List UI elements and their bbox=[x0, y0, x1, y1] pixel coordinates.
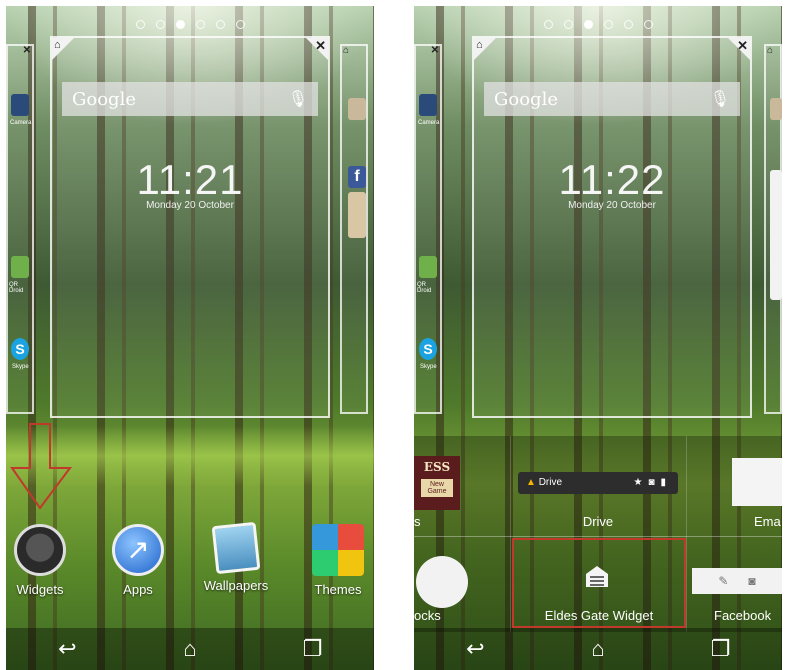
dock-label: Themes bbox=[314, 582, 362, 597]
mic-icon[interactable]: 🎙 bbox=[288, 89, 308, 109]
side-page-card-left[interactable]: ✕ Camera QR Droid S Skype bbox=[6, 44, 34, 414]
page-dot[interactable] bbox=[543, 20, 553, 29]
app-label: QR Droid bbox=[9, 282, 24, 294]
drive-icon: ▲ bbox=[526, 477, 536, 488]
widget-preview[interactable] bbox=[770, 170, 782, 300]
dock-item-themes[interactable]: Themes bbox=[298, 524, 374, 597]
qr-droid-icon[interactable] bbox=[11, 256, 29, 278]
home-icon[interactable]: ⌂ bbox=[160, 636, 220, 662]
widget-label: Drive bbox=[582, 514, 614, 529]
chess-widget-preview[interactable]: ESS New Game bbox=[414, 456, 460, 510]
home-icon[interactable]: ⌂ bbox=[343, 45, 349, 56]
camera-icon[interactable] bbox=[11, 94, 29, 116]
dock-item-wallpapers[interactable]: Wallpapers bbox=[196, 521, 276, 593]
navigation-bar: ↩ ⌂ ❐ bbox=[414, 628, 782, 670]
photo-widget[interactable] bbox=[348, 192, 366, 238]
close-icon[interactable]: ✕ bbox=[737, 38, 748, 54]
clock-date: Monday 20 October bbox=[568, 200, 656, 211]
side-page-card-left[interactable]: ✕ Camera QR Droid S Skype bbox=[414, 44, 442, 414]
wallpapers-icon bbox=[211, 521, 261, 575]
dock-label: Apps bbox=[123, 582, 153, 597]
page-indicator bbox=[6, 20, 374, 29]
page-dot[interactable] bbox=[155, 20, 165, 29]
drive-widget-preview[interactable]: ▲ Drive ★◙▮ bbox=[518, 472, 678, 494]
edit-dock: Widgets ↗ Apps Wallpapers Themes bbox=[6, 486, 374, 614]
dock-item-apps[interactable]: ↗ Apps bbox=[98, 524, 178, 597]
chess-title: ESS bbox=[423, 460, 451, 474]
widget-label: ocks bbox=[414, 608, 441, 623]
apps-icon: ↗ bbox=[112, 524, 164, 576]
home-icon[interactable]: ⌂ bbox=[476, 39, 483, 51]
drive-actions-icon: ★◙▮ bbox=[633, 477, 672, 488]
skype-icon[interactable]: S bbox=[419, 338, 437, 360]
page-dot[interactable] bbox=[603, 20, 613, 29]
app-label: Skype bbox=[420, 364, 437, 370]
search-label: Google bbox=[72, 88, 136, 110]
facebook-icon[interactable]: f bbox=[348, 166, 366, 188]
recent-apps-icon[interactable]: ❐ bbox=[691, 636, 751, 662]
home-page-card[interactable]: ⌂ ✕ Google 🎙 11:21 Monday 20 October bbox=[50, 36, 330, 418]
app-icon[interactable] bbox=[770, 98, 782, 120]
side-page-card-right[interactable]: ⌂ bbox=[764, 44, 782, 414]
qr-droid-icon[interactable] bbox=[419, 256, 437, 278]
app-label: Camera bbox=[418, 120, 440, 126]
skype-icon[interactable]: S bbox=[11, 338, 29, 360]
widget-label: Facebook bbox=[714, 608, 772, 623]
clock-time: 11:21 bbox=[136, 156, 244, 203]
app-label: QR Droid bbox=[417, 282, 432, 294]
page-dot[interactable] bbox=[563, 20, 573, 29]
home-screen-left: ✕ Camera QR Droid S Skype ⌂ ✕ Google 🎙 1… bbox=[6, 6, 374, 670]
widget-label: Ema bbox=[754, 514, 781, 529]
page-dot[interactable] bbox=[195, 20, 205, 29]
back-icon[interactable]: ↩ bbox=[37, 636, 97, 662]
navigation-bar: ↩ ⌂ ❐ bbox=[6, 628, 374, 670]
clock-time: 11:22 bbox=[558, 156, 666, 203]
dock-item-widgets[interactable]: Widgets bbox=[6, 524, 80, 597]
eldes-gate-widget-highlight[interactable] bbox=[512, 538, 686, 628]
home-icon[interactable]: ⌂ bbox=[568, 636, 628, 662]
back-icon[interactable]: ↩ bbox=[445, 636, 505, 662]
page-dot[interactable] bbox=[215, 20, 225, 29]
facebook-widget-preview[interactable]: ✎ ◙ bbox=[692, 568, 782, 594]
app-icon[interactable] bbox=[348, 98, 366, 120]
page-dot-active[interactable] bbox=[175, 20, 185, 29]
drive-chip-label: Drive bbox=[538, 477, 563, 488]
mic-icon[interactable]: 🎙 bbox=[710, 89, 730, 109]
recent-apps-icon[interactable]: ❐ bbox=[283, 636, 343, 662]
widget-label: s bbox=[414, 514, 421, 529]
side-page-card-right[interactable]: ⌂ f bbox=[340, 44, 368, 414]
home-icon[interactable]: ⌂ bbox=[767, 45, 773, 56]
clock-widget-preview[interactable] bbox=[416, 556, 468, 608]
app-label: Skype bbox=[12, 364, 29, 370]
page-indicator bbox=[414, 20, 782, 29]
chess-new-game: New Game bbox=[421, 479, 453, 497]
camera-icon[interactable] bbox=[419, 94, 437, 116]
search-label: Google bbox=[494, 88, 558, 110]
app-label: Camera bbox=[10, 120, 32, 126]
google-search-bar[interactable]: Google 🎙 bbox=[62, 82, 318, 116]
close-icon[interactable]: ✕ bbox=[23, 45, 31, 56]
email-widget-preview[interactable] bbox=[732, 458, 782, 506]
page-dot[interactable] bbox=[235, 20, 245, 29]
dock-label: Wallpapers bbox=[203, 578, 269, 593]
page-dot[interactable] bbox=[643, 20, 653, 29]
close-icon[interactable]: ✕ bbox=[315, 38, 326, 54]
close-icon[interactable]: ✕ bbox=[431, 45, 439, 56]
home-screen-right: ✕ Camera QR Droid S Skype ⌂ ✕ Google 🎙 1… bbox=[414, 6, 782, 670]
dock-label: Widgets bbox=[16, 582, 64, 597]
page-dot[interactable] bbox=[135, 20, 145, 29]
google-search-bar[interactable]: Google 🎙 bbox=[484, 82, 740, 116]
page-dot[interactable] bbox=[623, 20, 633, 29]
themes-icon bbox=[312, 524, 364, 576]
widgets-icon bbox=[14, 524, 66, 576]
page-dot-active[interactable] bbox=[583, 20, 593, 29]
clock-date: Monday 20 October bbox=[146, 200, 234, 211]
home-icon[interactable]: ⌂ bbox=[54, 39, 61, 51]
home-page-card[interactable]: ⌂ ✕ Google 🎙 11:22 Monday 20 October bbox=[472, 36, 752, 418]
